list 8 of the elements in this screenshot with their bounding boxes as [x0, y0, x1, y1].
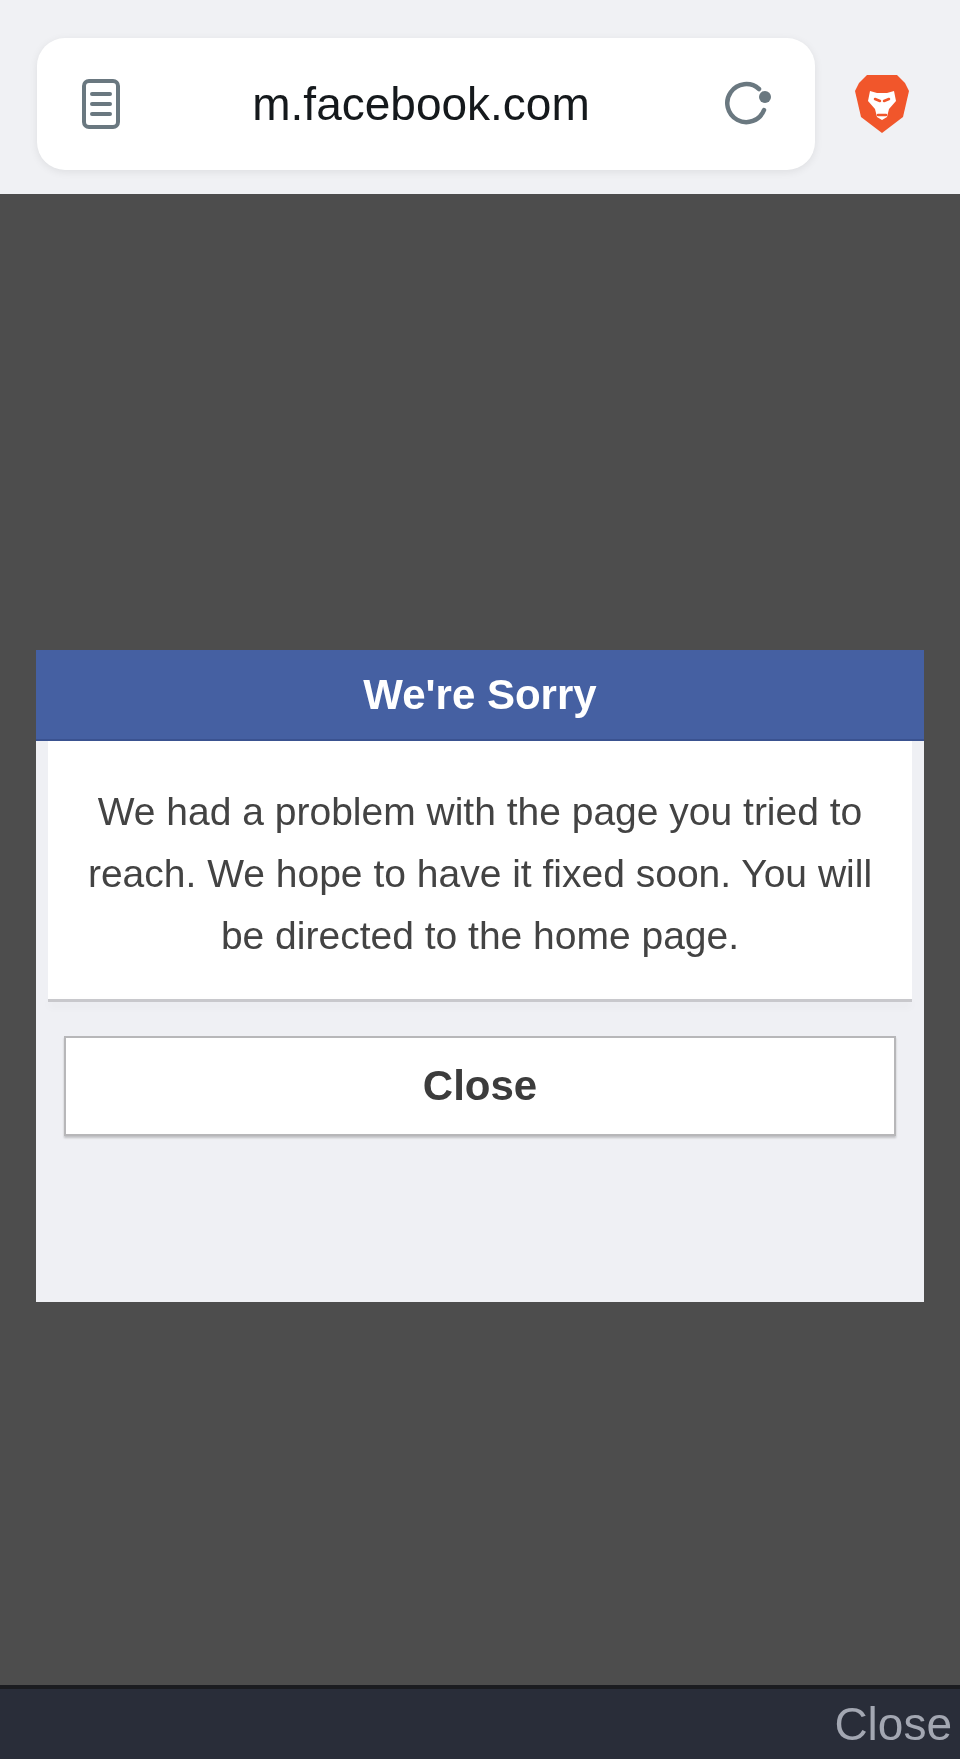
dialog-title: We're Sorry	[36, 650, 924, 741]
page-icon[interactable]	[81, 78, 121, 130]
error-message: We had a problem with the page you tried to reach. We hope to have it fixed soon. You will be directed to the home page.	[48, 741, 912, 999]
address-bar[interactable]: m.facebook.com	[37, 38, 815, 170]
close-button[interactable]: Close	[834, 1697, 960, 1751]
close-button[interactable]: Close	[64, 1036, 896, 1136]
lion-shield-icon[interactable]	[855, 73, 909, 135]
url-text: m.facebook.com	[251, 77, 591, 131]
